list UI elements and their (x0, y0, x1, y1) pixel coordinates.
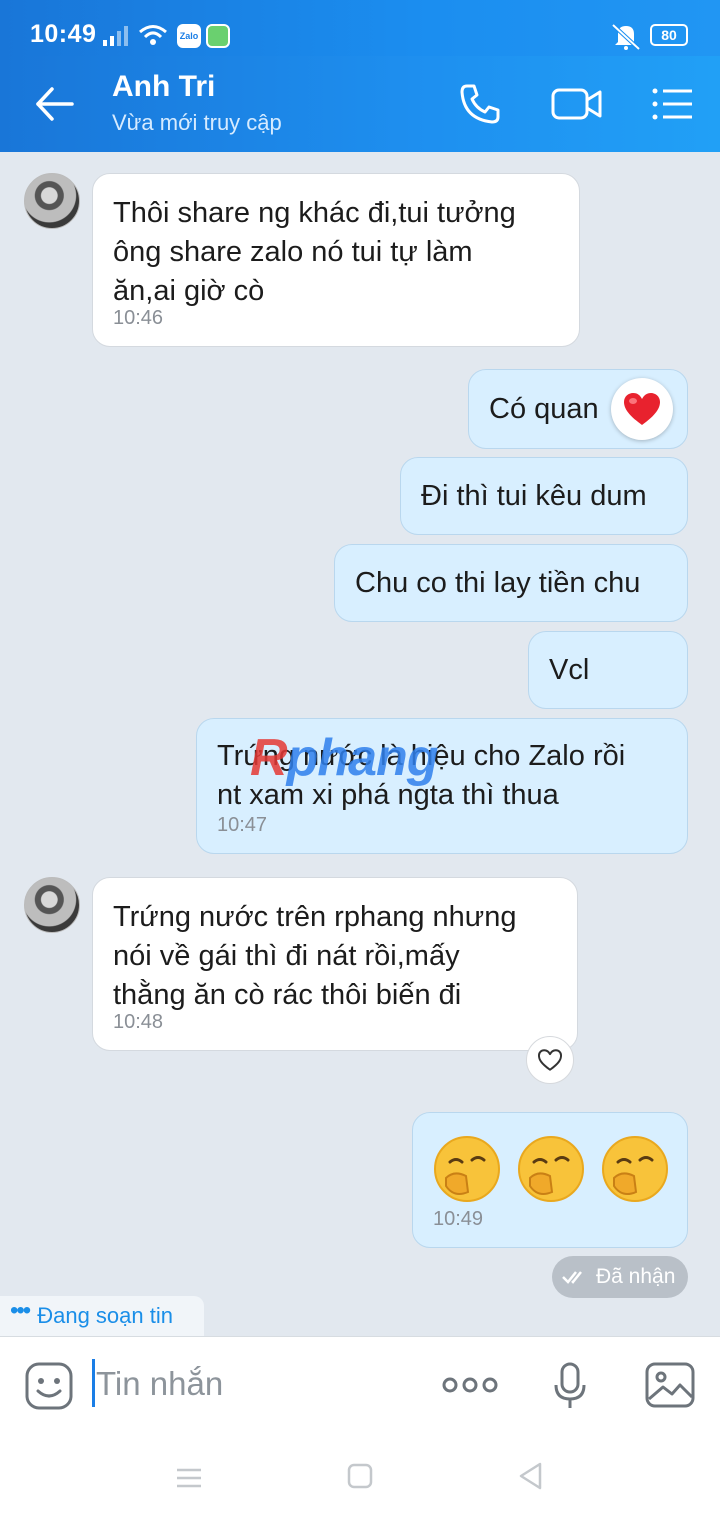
microphone-icon[interactable] (552, 1361, 588, 1411)
list-menu-icon[interactable] (650, 84, 694, 124)
battery-indicator: 80 (650, 24, 688, 46)
heart-reaction-icon[interactable] (611, 378, 673, 440)
watermark-logo: Rphang (250, 729, 439, 787)
message-text: Vcl (549, 653, 590, 686)
message-time: 10:46 (113, 307, 164, 329)
chat-header: Anh Tri Vừa mới truy cập (0, 56, 720, 152)
back-triangle-icon[interactable] (516, 1460, 546, 1492)
status-bar: 10:49 Zalo 80 (0, 0, 720, 56)
message-time: 10:48 (113, 1011, 164, 1033)
home-icon[interactable] (346, 1462, 374, 1490)
delivery-status-text: Đã nhận (596, 1265, 676, 1288)
typing-text: Đang soạn tin (37, 1303, 173, 1328)
message-bubble-incoming[interactable]: Thôi share ng khác đi,tui tưởng ông shar… (92, 173, 580, 347)
message-input[interactable] (96, 1361, 416, 1407)
text-caret (92, 1359, 95, 1407)
message-composer (0, 1336, 720, 1436)
wifi-icon (139, 25, 167, 45)
image-icon[interactable] (644, 1361, 696, 1409)
status-time: 10:49 (30, 20, 97, 48)
contact-avatar[interactable] (24, 877, 80, 933)
message-text: Thôi share ng khác đi,tui tưởng ông shar… (113, 197, 516, 307)
message-bubble-outgoing[interactable]: Chu co thi lay tiền chu (334, 544, 688, 622)
shy-yawn-face-icon (602, 1136, 668, 1202)
message-bubble-outgoing[interactable]: Vcl (528, 631, 688, 709)
message-text: Chu co thi lay tiền chu (355, 566, 641, 599)
delivery-status-badge: Đã nhận (552, 1256, 688, 1298)
sticker-face-icon[interactable] (24, 1361, 74, 1411)
message-bubble-outgoing[interactable]: Đi thì tui kêu dum (400, 457, 688, 535)
signal-icon (103, 26, 128, 46)
mute-bell-icon (611, 23, 641, 50)
contact-avatar[interactable] (24, 173, 80, 229)
shy-yawn-face-icon (434, 1136, 500, 1202)
arrow-left-icon[interactable] (32, 84, 76, 124)
video-camera-icon[interactable] (550, 84, 604, 124)
message-bubble-incoming[interactable]: Trứng nước trên rphang nhưng nói về gái … (92, 877, 578, 1051)
message-time: 10:47 (217, 814, 268, 836)
typing-dots-icon: ••• (10, 1297, 31, 1324)
system-nav-bar (0, 1436, 720, 1520)
presence-status: Vừa mới truy cập (112, 110, 282, 135)
phone-icon[interactable] (458, 82, 502, 126)
message-text: Có quan (489, 392, 599, 425)
app-notification-icon (206, 24, 230, 48)
heart-outline-icon (537, 1049, 563, 1071)
double-check-icon (562, 1271, 582, 1284)
message-time: 10:49 (433, 1208, 484, 1230)
message-text: Trứng nước trên rphang nhưng nói về gái … (113, 901, 517, 1011)
contact-name[interactable]: Anh Tri (112, 70, 215, 104)
heart-icon (624, 393, 660, 425)
zalo-notification-icon: Zalo (177, 24, 201, 48)
recent-apps-icon[interactable] (174, 1464, 204, 1492)
typing-indicator: ••• Đang soạn tin (0, 1296, 204, 1336)
more-dots-icon[interactable] (442, 1373, 498, 1397)
react-button[interactable] (526, 1036, 574, 1084)
shy-yawn-face-icon (518, 1136, 584, 1202)
message-text: Đi thì tui kêu dum (421, 479, 647, 512)
